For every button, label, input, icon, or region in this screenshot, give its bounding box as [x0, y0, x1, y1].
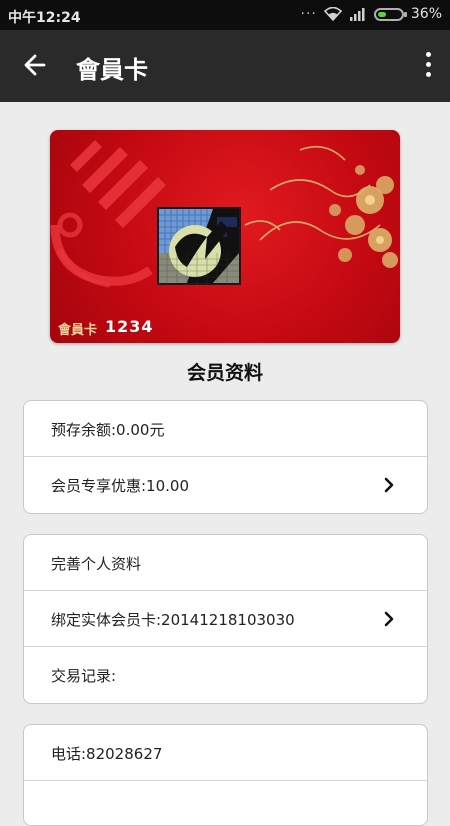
transaction-history-label: 交易记录: [51, 667, 117, 685]
card-number: 1234 [105, 317, 154, 336]
profile-group: 完善个人资料 绑定实体会员卡:20141218103030 交易记录: [23, 534, 428, 704]
transaction-history-row[interactable]: 交易记录: [24, 647, 427, 703]
contact-group: 电话:82028627 [23, 724, 428, 826]
prepaid-balance-row[interactable]: 预存余额:0.00元 [24, 401, 427, 457]
app-bar: 會員卡 [0, 30, 450, 102]
battery-percent: 36% [410, 6, 442, 22]
card-label: 會員卡 [58, 323, 98, 338]
page-title: 會員卡 [76, 56, 148, 84]
membership-card: 會員卡 1234 [50, 130, 400, 343]
back-arrow-icon[interactable] [20, 50, 50, 80]
status-bar: 中午12:24 ··· 36% [0, 0, 450, 30]
overflow-menu-icon[interactable] [424, 52, 432, 80]
signal-icon [349, 8, 365, 21]
battery-icon [373, 7, 407, 21]
phone-label: 电话:82028627 [51, 745, 163, 763]
bind-card-label: 绑定实体会员卡:20141218103030 [51, 611, 295, 629]
balance-group: 预存余额:0.00元 会员专享优惠:10.00 [23, 400, 428, 514]
status-time: 中午12:24 [8, 10, 81, 26]
chevron-right-icon [384, 611, 394, 627]
next-row[interactable] [24, 781, 427, 825]
qr-code-image [157, 207, 241, 285]
section-title: 会员资料 [186, 362, 263, 384]
complete-profile-row[interactable]: 完善个人资料 [24, 535, 427, 591]
more-notifications-icon: ··· [300, 6, 317, 22]
member-discount-row[interactable]: 会员专享优惠:10.00 [24, 457, 427, 513]
wifi-icon [323, 7, 342, 21]
member-discount-label: 会员专享优惠:10.00 [51, 477, 189, 495]
status-icons: ··· 36% [301, 6, 442, 22]
complete-profile-label: 完善个人资料 [51, 555, 142, 573]
bind-card-row[interactable]: 绑定实体会员卡:20141218103030 [24, 591, 427, 647]
chevron-right-icon [384, 477, 394, 493]
prepaid-balance-label: 预存余额:0.00元 [51, 421, 165, 439]
phone-row[interactable]: 电话:82028627 [24, 725, 427, 781]
